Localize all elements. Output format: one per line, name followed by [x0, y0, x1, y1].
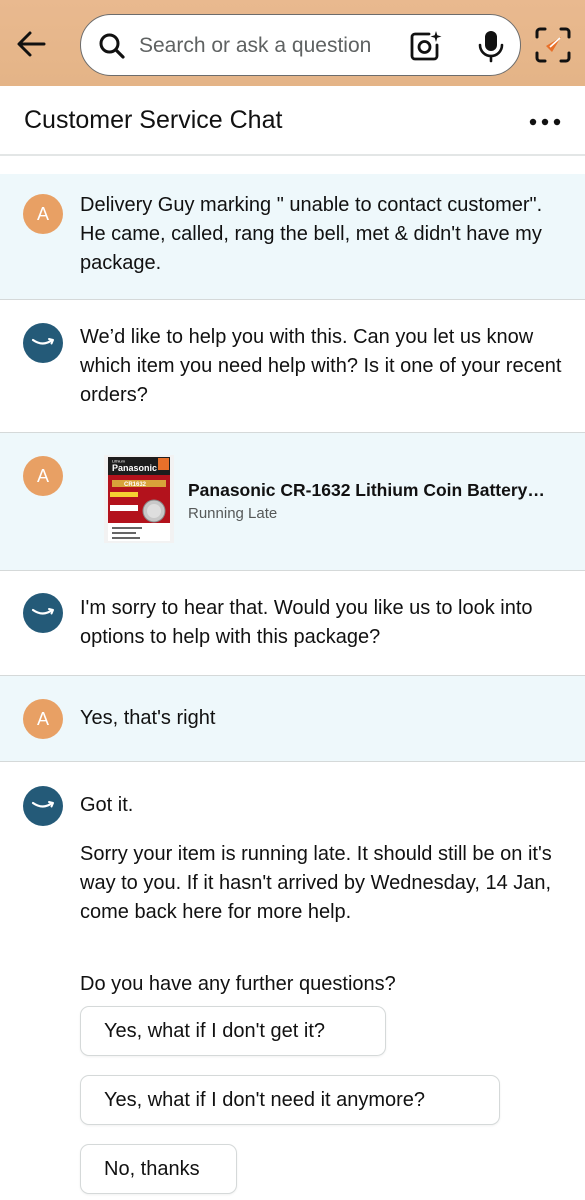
message-text: Do you have any further questions? [80, 973, 396, 995]
agent-message: Got it. Sorry your item is running late.… [0, 762, 585, 1200]
quick-reply-button[interactable]: Yes, what if I don't get it? [80, 1006, 386, 1056]
back-arrow-icon [17, 31, 46, 57]
more-options-button[interactable] [526, 110, 564, 134]
page-title: Customer Service Chat [24, 106, 283, 134]
product-title[interactable]: Panasonic CR-1632 Lithium Coin Battery… [188, 480, 573, 501]
user-message: A Delivery Guy marking " unable to conta… [0, 174, 585, 300]
search-input[interactable] [139, 29, 397, 63]
user-avatar: A [23, 456, 63, 496]
product-image-brand-text: Panasonic [112, 463, 157, 473]
product-image[interactable]: Lithium Panasonic CR1632 [104, 455, 174, 543]
message-text: Delivery Guy marking " unable to contact… [80, 194, 543, 274]
smile-logo-icon [31, 338, 54, 345]
camera-sparkle-icon [410, 31, 442, 61]
more-dots-icon [529, 118, 561, 126]
smile-logo-icon [31, 801, 54, 808]
agent-message: I'm sorry to hear that. Would you like u… [0, 571, 585, 676]
agent-avatar [23, 786, 63, 826]
quick-reply-button[interactable]: Yes, what if I don't need it anymore? [80, 1075, 500, 1125]
top-bar [0, 0, 585, 86]
user-avatar: A [23, 699, 63, 739]
message-text: Sorry your item is running late. It shou… [80, 843, 552, 923]
lens-scan-button[interactable] [534, 26, 572, 64]
search-icon [99, 33, 125, 59]
smile-logo-icon [31, 608, 54, 615]
message-text: Yes, that's right [80, 707, 216, 729]
quick-reply-button[interactable]: No, thanks [80, 1144, 237, 1194]
message-text: We’d like to help you with this. Can you… [80, 326, 562, 406]
agent-message: We’d like to help you with this. Can you… [0, 300, 585, 433]
camera-search-button[interactable] [409, 29, 443, 63]
message-text: Got it. [80, 794, 134, 816]
product-image-model-text: CR1632 [124, 482, 147, 488]
back-button[interactable] [14, 26, 50, 62]
delivery-status: Running Late [188, 505, 278, 522]
voice-search-button[interactable] [473, 28, 509, 64]
microphone-icon [478, 31, 504, 63]
message-text: I'm sorry to hear that. Would you like u… [80, 597, 533, 648]
user-product-message[interactable]: A Lithium Panasonic CR1632 Panasonic CR-… [0, 433, 585, 571]
scan-icon [535, 27, 571, 63]
user-avatar: A [23, 194, 63, 234]
search-box[interactable] [80, 14, 521, 76]
agent-avatar [23, 593, 63, 633]
chat-header: Customer Service Chat [0, 86, 585, 156]
user-message: A Yes, that's right [0, 676, 585, 762]
agent-avatar [23, 323, 63, 363]
